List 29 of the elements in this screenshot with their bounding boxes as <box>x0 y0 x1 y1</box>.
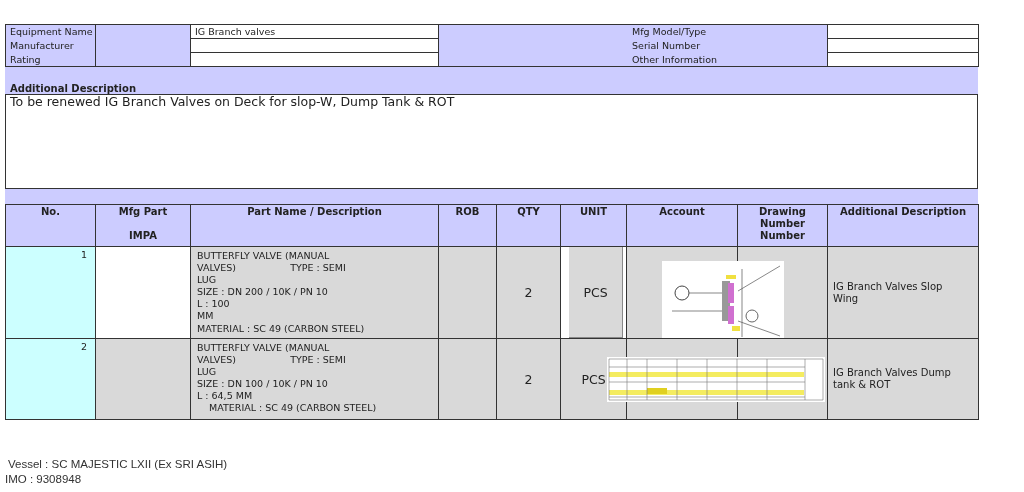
part-description: BUTTERFLY VALVE (MANUAL VALVES) TYPE : SEMI LUG SIZE : DN 100 / 10K / PN 10 L : 64,5 MM MATERIAL : SC 49 (CARBON STEEL) <box>190 338 439 420</box>
quantity: 2 <box>496 246 561 339</box>
imo-number: IMO : 9308948 <box>5 473 82 485</box>
section-heading: Additional Description <box>10 83 136 94</box>
value-field: IG Branch valves <box>190 24 439 39</box>
field-label: Serial Number <box>632 40 701 51</box>
column-header: ROB <box>438 204 497 247</box>
additional-description: IG Branch Valves Slop Wing <box>827 246 979 339</box>
column-header: No. <box>5 204 96 247</box>
field-label: Other Information <box>632 53 717 65</box>
additional-description: IG Branch Valves Dump tank & ROT <box>827 338 979 420</box>
field-label: Rating <box>10 53 41 65</box>
field-label: Equipment Name <box>10 26 93 38</box>
description-text: To be renewed IG Branch Valves on Deck for slop-W, Dump Tank & ROT <box>10 94 455 109</box>
quantity: 2 <box>496 338 561 420</box>
column-header: Drawing Number Number <box>737 204 828 247</box>
row-number: 1 <box>5 246 96 339</box>
column-header: Mfg Part IMPA <box>95 204 191 247</box>
column-header: UNIT <box>560 204 627 247</box>
row-number: 2 <box>5 338 96 420</box>
column-header: Additional Description <box>827 204 979 247</box>
part-description: BUTTERFLY VALVE (MANUAL VALVES) TYPE : SEMI LUG SIZE : DN 200 / 10K / PN 10 L : 100 MM MATERIAL : SC 49 (CARBON STEEL) <box>190 246 439 339</box>
field-label: Manufacturer <box>10 40 74 51</box>
vessel-name: Vessel : SC MAJESTIC LXII (Ex SRI ASIH) <box>8 458 228 470</box>
column-header: QTY <box>496 204 561 247</box>
unit-box: PCS <box>569 247 623 338</box>
column-header: Account <box>626 204 738 247</box>
field-label: Mfg Model/Type <box>632 26 707 38</box>
column-header: Part Name / Description <box>190 204 439 247</box>
